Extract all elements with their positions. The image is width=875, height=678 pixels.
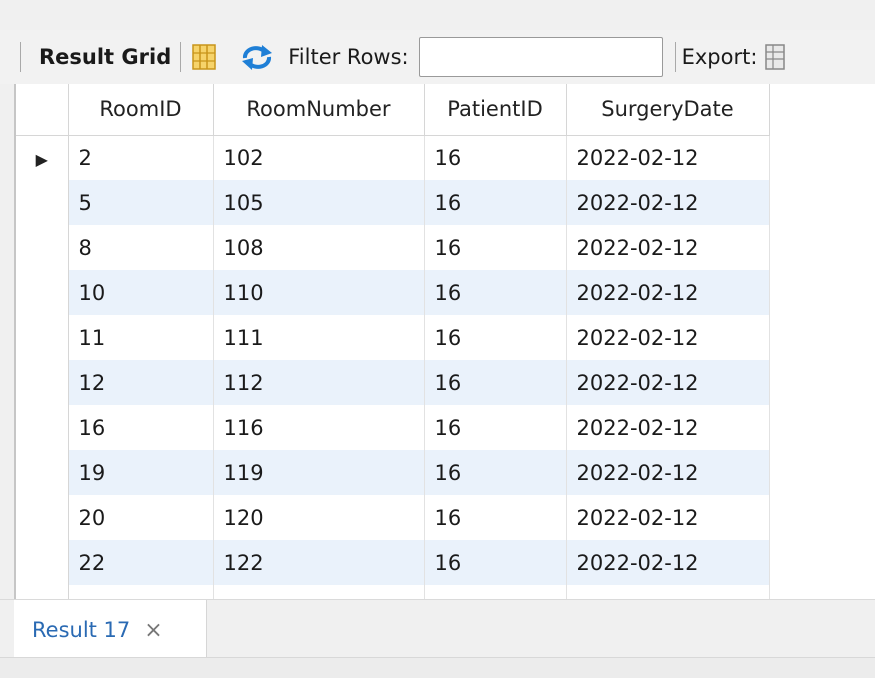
cell-roomnumber[interactable]: 108 bbox=[213, 225, 425, 270]
row-header-cell[interactable] bbox=[16, 315, 69, 360]
cell-roomid[interactable]: 16 bbox=[68, 405, 214, 450]
cell-roomnumber[interactable]: 119 bbox=[213, 450, 425, 495]
toolbar-separator bbox=[20, 42, 21, 72]
refresh-icon[interactable] bbox=[240, 43, 274, 71]
export-label: Export: bbox=[681, 45, 758, 69]
result-grid[interactable]: RoomID RoomNumber PatientID SurgeryDate … bbox=[14, 84, 875, 599]
table-row[interactable]: 20 120 16 2022-02-12 bbox=[16, 495, 770, 540]
table-row[interactable]: 24124162022-02-12 bbox=[16, 585, 770, 599]
toolbar-separator bbox=[674, 42, 676, 72]
result-tab-label: Result 17 bbox=[32, 618, 131, 642]
cell-patientid[interactable]: 16 bbox=[424, 585, 567, 599]
cell-roomid[interactable]: 11 bbox=[68, 315, 214, 360]
row-header-cell[interactable] bbox=[16, 495, 69, 540]
cell-surgerydate[interactable]: 2022-02-12 bbox=[566, 270, 770, 315]
table-row[interactable]: 12 112 16 2022-02-12 bbox=[16, 360, 770, 405]
table-row[interactable]: 19 119 16 2022-02-12 bbox=[16, 450, 770, 495]
status-bar bbox=[0, 657, 875, 678]
table-row[interactable]: 8 108 16 2022-02-12 bbox=[16, 225, 770, 270]
cell-roomnumber[interactable]: 112 bbox=[213, 360, 425, 405]
cell-surgerydate[interactable]: 2022-02-12 bbox=[566, 360, 770, 405]
cell-surgerydate[interactable]: 2022-02-12 bbox=[566, 135, 770, 180]
close-icon[interactable]: × bbox=[144, 618, 162, 643]
column-header-surgerydate[interactable]: SurgeryDate bbox=[566, 84, 770, 136]
row-header-cell[interactable] bbox=[16, 360, 69, 405]
cell-roomnumber[interactable]: 122 bbox=[213, 540, 425, 585]
cell-roomid[interactable]: 8 bbox=[68, 225, 214, 270]
cell-surgerydate[interactable]: 2022-02-12 bbox=[566, 225, 770, 270]
cell-roomid[interactable]: 12 bbox=[68, 360, 214, 405]
cell-roomnumber[interactable]: 116 bbox=[213, 405, 425, 450]
filter-rows-label: Filter Rows: bbox=[288, 45, 409, 69]
column-header-patientid[interactable]: PatientID bbox=[424, 84, 567, 136]
cell-roomid[interactable]: 5 bbox=[68, 180, 214, 225]
cell-patientid[interactable]: 16 bbox=[424, 270, 567, 315]
toolbar-separator bbox=[180, 42, 182, 72]
grid-layout-icon[interactable] bbox=[192, 44, 216, 70]
cell-surgerydate[interactable]: 2022-02-12 bbox=[566, 315, 770, 360]
row-header-cell[interactable] bbox=[16, 225, 69, 270]
cell-roomid[interactable]: 19 bbox=[68, 450, 214, 495]
cell-roomid[interactable]: 2 bbox=[68, 135, 214, 180]
cell-roomnumber[interactable]: 102 bbox=[213, 135, 425, 180]
table-row[interactable]: 16 116 16 2022-02-12 bbox=[16, 405, 770, 450]
cell-patientid[interactable]: 16 bbox=[424, 315, 567, 360]
table-row[interactable]: ▶ 2 102 16 2022-02-12 bbox=[16, 135, 770, 180]
cell-roomid[interactable]: 24 bbox=[68, 585, 214, 599]
cell-surgerydate[interactable]: 2022-02-12 bbox=[566, 405, 770, 450]
current-row-marker-icon: ▶ bbox=[35, 149, 48, 169]
cell-roomid[interactable]: 10 bbox=[68, 270, 214, 315]
result-tab-bar: Result 17 × bbox=[0, 599, 875, 660]
cell-patientid[interactable]: 16 bbox=[424, 225, 567, 270]
row-header-cell[interactable] bbox=[16, 540, 69, 585]
cell-roomnumber[interactable]: 111 bbox=[213, 315, 425, 360]
cell-patientid[interactable]: 16 bbox=[424, 495, 567, 540]
cell-patientid[interactable]: 16 bbox=[424, 180, 567, 225]
row-header-corner bbox=[16, 84, 69, 136]
row-header-cell[interactable] bbox=[16, 405, 69, 450]
export-icon[interactable] bbox=[765, 44, 786, 70]
cell-roomnumber[interactable]: 110 bbox=[213, 270, 425, 315]
row-header-cell[interactable] bbox=[16, 450, 69, 495]
cell-patientid[interactable]: 16 bbox=[424, 135, 567, 180]
cell-surgerydate[interactable]: 2022-02-12 bbox=[566, 450, 770, 495]
cell-roomid[interactable]: 22 bbox=[68, 540, 214, 585]
cell-patientid[interactable]: 16 bbox=[424, 360, 567, 405]
cell-surgerydate[interactable]: 2022-02-12 bbox=[566, 180, 770, 225]
table-row[interactable]: 11 111 16 2022-02-12 bbox=[16, 315, 770, 360]
cell-roomnumber[interactable]: 120 bbox=[213, 495, 425, 540]
cell-surgerydate[interactable]: 2022-02-12 bbox=[566, 585, 770, 599]
table-row[interactable]: 22 122 16 2022-02-12 bbox=[16, 540, 770, 585]
filter-rows-input[interactable] bbox=[418, 37, 663, 77]
cell-patientid[interactable]: 16 bbox=[424, 405, 567, 450]
cell-patientid[interactable]: 16 bbox=[424, 450, 567, 495]
result-table: RoomID RoomNumber PatientID SurgeryDate … bbox=[16, 84, 770, 599]
table-row[interactable]: 10 110 16 2022-02-12 bbox=[16, 270, 770, 315]
cell-roomid[interactable]: 20 bbox=[68, 495, 214, 540]
header-row: RoomID RoomNumber PatientID SurgeryDate bbox=[16, 84, 770, 136]
cell-roomnumber[interactable]: 105 bbox=[213, 180, 425, 225]
result-grid-button[interactable]: Result Grid bbox=[39, 45, 171, 69]
cell-surgerydate[interactable]: 2022-02-12 bbox=[566, 495, 770, 540]
row-header-cell[interactable] bbox=[16, 180, 69, 225]
cell-surgerydate[interactable]: 2022-02-12 bbox=[566, 540, 770, 585]
cell-patientid[interactable]: 16 bbox=[424, 540, 567, 585]
row-header-cell[interactable] bbox=[16, 585, 69, 599]
window-top-strip bbox=[0, 0, 875, 30]
cell-roomnumber[interactable]: 124 bbox=[213, 585, 425, 599]
table-row[interactable]: 5 105 16 2022-02-12 bbox=[16, 180, 770, 225]
column-header-roomid[interactable]: RoomID bbox=[68, 84, 214, 136]
result-toolbar: Result Grid Filter Rows: Export: bbox=[0, 30, 875, 84]
row-header-cell[interactable]: ▶ bbox=[16, 135, 69, 180]
result-tab[interactable]: Result 17 × bbox=[14, 600, 207, 660]
row-header-cell[interactable] bbox=[16, 270, 69, 315]
column-header-roomnumber[interactable]: RoomNumber bbox=[213, 84, 425, 136]
